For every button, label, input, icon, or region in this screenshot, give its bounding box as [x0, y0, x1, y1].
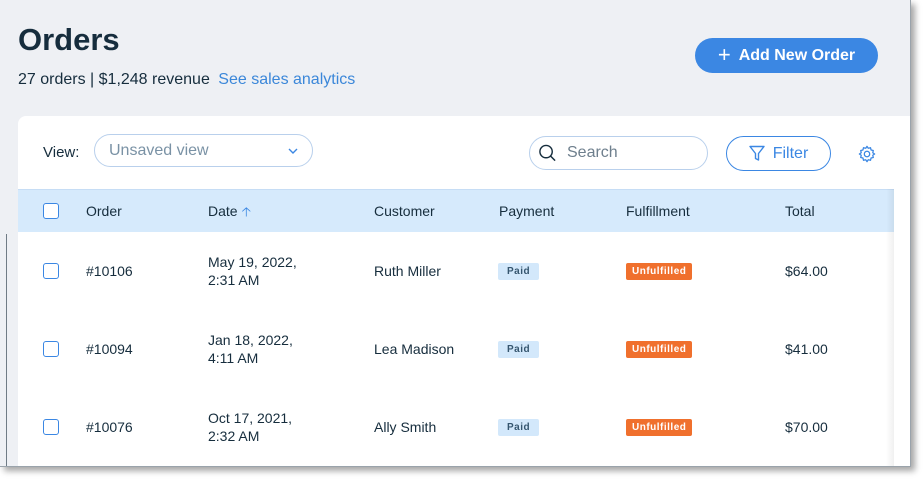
order-date: May 19, 2022, 2:31 AM: [208, 253, 297, 289]
column-payment[interactable]: Payment: [499, 203, 554, 219]
chevron-down-icon: [288, 148, 298, 154]
customer-name: Ruth Miller: [374, 263, 441, 279]
column-customer[interactable]: Customer: [374, 203, 435, 219]
order-date-line2: 2:32 AM: [208, 428, 260, 444]
plus-icon: +: [717, 41, 731, 67]
search-box[interactable]: [529, 136, 708, 170]
filter-icon: [749, 145, 765, 161]
view-select-value: Unsaved view: [109, 141, 209, 159]
add-new-order-button[interactable]: + Add New Order: [695, 38, 878, 73]
fulfillment-status-badge: Unfulfilled: [626, 341, 693, 358]
filter-label: Filter: [772, 144, 809, 162]
view-label: View:: [43, 144, 80, 161]
order-date: Jan 18, 2022, 4:11 AM: [208, 331, 293, 367]
order-date-line1: Jan 18, 2022,: [208, 332, 293, 348]
gear-icon[interactable]: [858, 145, 876, 163]
table-row[interactable]: #10106 May 19, 2022, 2:31 AM Ruth Miller…: [18, 232, 894, 311]
fulfillment-status-badge: Unfulfilled: [626, 263, 693, 280]
order-date-line2: 4:11 AM: [208, 350, 259, 366]
search-icon: [539, 144, 556, 162]
view-select[interactable]: Unsaved view: [94, 134, 313, 167]
payment-status-badge: Paid: [498, 419, 540, 436]
page-title: Orders: [18, 22, 120, 57]
customer-name: Lea Madison: [374, 341, 455, 357]
left-divider: [6, 234, 7, 466]
payment-status-badge: Paid: [498, 263, 540, 280]
sort-up-icon: 🡡: [241, 204, 251, 219]
sales-analytics-link[interactable]: See sales analytics: [218, 71, 355, 88]
order-date: Oct 17, 2021, 2:32 AM: [208, 409, 292, 445]
table-scroll-shadow: [886, 189, 894, 466]
order-total: $64.00: [785, 263, 828, 279]
order-number: #10094: [86, 341, 133, 357]
row-checkbox[interactable]: [43, 341, 59, 357]
add-new-order-label: Add New Order: [738, 46, 856, 64]
order-total: $70.00: [785, 419, 828, 435]
table-row[interactable]: #10076 Oct 17, 2021, 2:32 AM Ally Smith …: [18, 388, 894, 466]
row-checkbox[interactable]: [43, 419, 59, 435]
customer-name: Ally Smith: [374, 419, 437, 435]
order-number: #10076: [86, 419, 133, 435]
row-checkbox[interactable]: [43, 263, 59, 279]
column-date[interactable]: Date 🡡: [208, 203, 251, 225]
payment-status-badge: Paid: [498, 341, 540, 358]
column-total[interactable]: Total: [785, 203, 815, 219]
column-fulfillment[interactable]: Fulfillment: [626, 203, 690, 219]
summary-text: 27 orders | $1,248 revenue: [18, 71, 210, 88]
order-number: #10106: [86, 263, 133, 279]
order-date-line1: May 19, 2022,: [208, 254, 297, 270]
column-date-label: Date: [208, 203, 238, 219]
select-all-checkbox[interactable]: [43, 203, 59, 219]
table-header: Order Date 🡡 Customer Payment Fulfillment…: [18, 189, 894, 232]
search-input[interactable]: [565, 143, 699, 163]
orders-window: Orders 27 orders | $1,248 revenue See sa…: [0, 0, 911, 467]
order-date-line1: Oct 17, 2021,: [208, 410, 293, 426]
filter-button[interactable]: Filter: [726, 136, 831, 171]
order-total: $41.00: [785, 341, 828, 357]
column-order[interactable]: Order: [86, 203, 122, 219]
orders-table-card: View: Unsaved view Filter: [18, 116, 910, 466]
orders-summary: 27 orders | $1,248 revenue See sales ana…: [18, 71, 355, 89]
table-row[interactable]: #10094 Jan 18, 2022, 4:11 AM Lea Madison…: [18, 310, 894, 389]
fulfillment-status-badge: Unfulfilled: [626, 419, 693, 436]
order-date-line2: 2:31 AM: [208, 272, 260, 288]
